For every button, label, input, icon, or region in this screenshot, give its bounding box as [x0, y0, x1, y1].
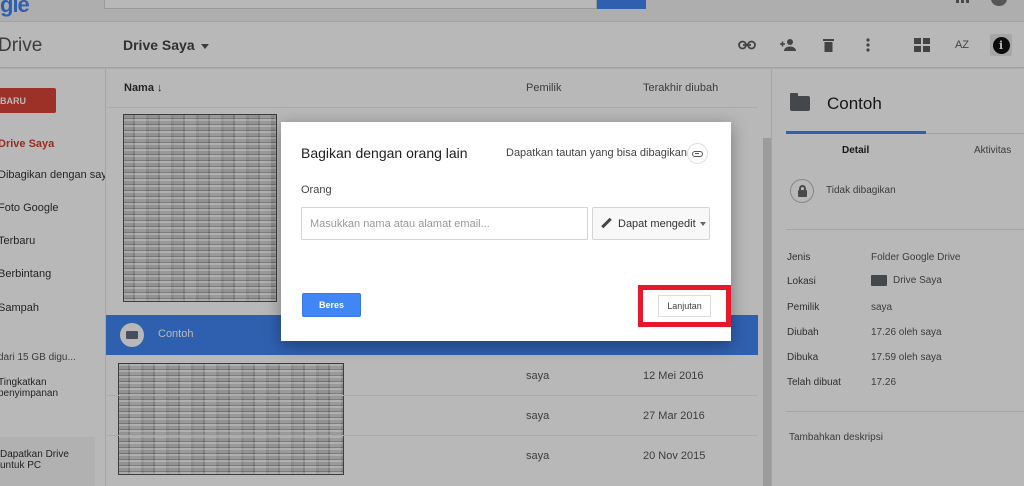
- pencil-icon: [601, 218, 612, 229]
- done-button[interactable]: Beres: [302, 293, 361, 317]
- advanced-button[interactable]: Lanjutan: [638, 285, 731, 327]
- people-input[interactable]: [301, 207, 588, 240]
- permission-label: Dapat mengedit: [618, 217, 696, 230]
- dialog-title: Bagikan dengan orang lain: [301, 145, 468, 161]
- permission-dropdown[interactable]: Dapat mengedit: [592, 207, 710, 240]
- advanced-label: Lanjutan: [658, 295, 711, 317]
- people-label: Orang: [301, 184, 332, 196]
- get-shareable-link[interactable]: Dapatkan tautan yang bisa dibagikan: [506, 147, 687, 159]
- share-dialog: Bagikan dengan orang lain Dapatkan tauta…: [281, 122, 731, 341]
- link-icon[interactable]: [687, 143, 708, 164]
- chevron-down-icon: [699, 221, 706, 226]
